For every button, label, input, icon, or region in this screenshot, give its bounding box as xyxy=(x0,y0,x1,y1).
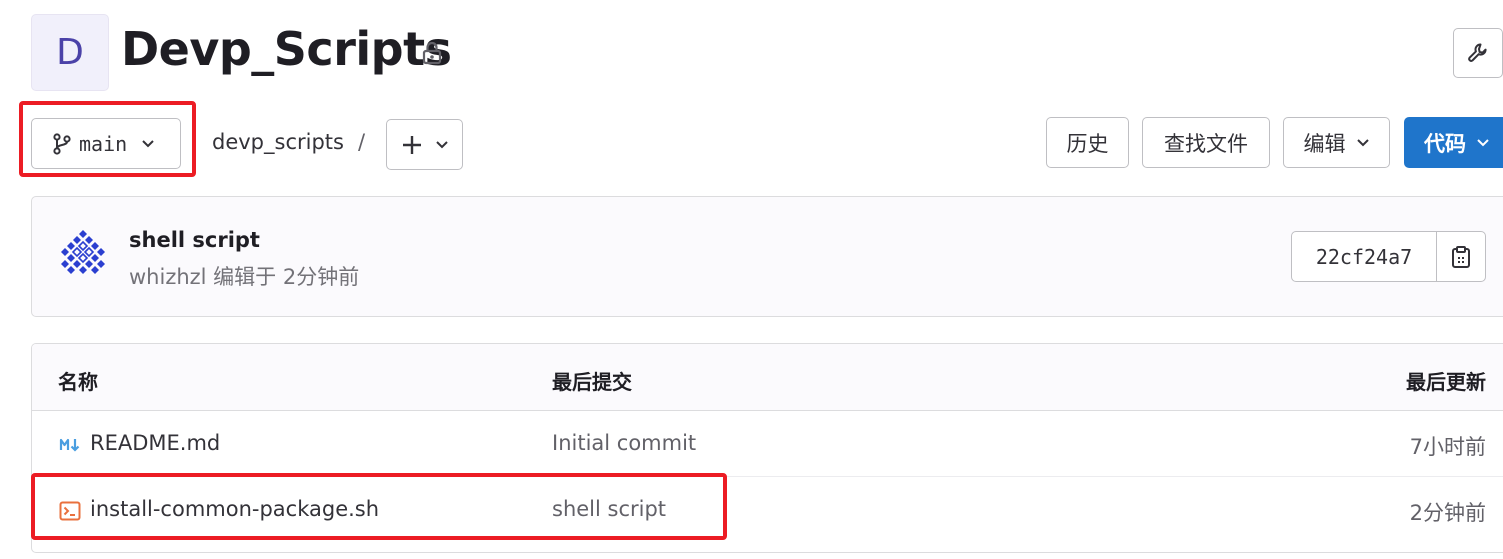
branch-icon xyxy=(53,132,71,155)
last-commit-panel xyxy=(31,196,1503,317)
breadcrumb-root[interactable]: devp_scripts xyxy=(212,130,344,154)
file-name[interactable]: README.md xyxy=(90,431,220,455)
code-dropdown-button[interactable]: 代码 xyxy=(1404,117,1503,168)
lock-icon xyxy=(422,41,442,65)
commit-title[interactable]: shell script xyxy=(129,228,260,252)
user-avatar[interactable] xyxy=(57,228,109,280)
markdown-icon xyxy=(59,438,80,452)
code-label: 代码 xyxy=(1424,131,1466,156)
chevron-down-icon xyxy=(1477,138,1489,146)
branch-name: main xyxy=(79,131,128,156)
column-header-last-update: 最后更新 xyxy=(1406,370,1486,394)
plus-icon xyxy=(402,135,421,154)
commit-sha[interactable]: 22cf24a7 xyxy=(1292,232,1437,281)
column-header-last-commit: 最后提交 xyxy=(552,370,632,394)
file-last-commit[interactable]: Initial commit xyxy=(552,431,696,455)
file-table: 名称 最后提交 最后更新 README.md Initial commit 7小… xyxy=(31,343,1503,553)
find-file-button[interactable]: 查找文件 xyxy=(1142,117,1270,168)
file-last-update: 2分钟前 xyxy=(1409,501,1486,525)
table-row[interactable]: install-common-package.sh shell script 2… xyxy=(32,477,1503,543)
clipboard-icon xyxy=(1452,245,1470,268)
breadcrumb: devp_scripts / xyxy=(212,130,365,154)
commit-sha-group: 22cf24a7 xyxy=(1291,231,1486,282)
file-name[interactable]: install-common-package.sh xyxy=(90,497,379,521)
table-row[interactable]: README.md Initial commit 7小时前 xyxy=(32,411,1503,477)
terminal-file-icon xyxy=(59,501,81,521)
file-last-commit[interactable]: shell script xyxy=(552,497,666,521)
column-header-name: 名称 xyxy=(58,370,98,394)
chevron-down-icon xyxy=(1356,138,1369,146)
file-last-update: 7小时前 xyxy=(1409,435,1486,459)
commit-meta: whizhzl 编辑于 2分钟前 xyxy=(129,265,360,289)
branch-selector[interactable]: main xyxy=(31,118,181,169)
wrench-icon xyxy=(1468,43,1487,62)
history-button[interactable]: 历史 xyxy=(1046,117,1129,168)
edit-label: 编辑 xyxy=(1303,131,1346,156)
chevron-down-icon xyxy=(142,139,154,147)
breadcrumb-separator: / xyxy=(357,130,366,154)
project-title: Devp_Scripts xyxy=(121,22,452,76)
table-header: 名称 最后提交 最后更新 xyxy=(32,344,1503,411)
settings-button[interactable] xyxy=(1453,28,1503,78)
chevron-down-icon xyxy=(435,140,448,148)
copy-sha-button[interactable] xyxy=(1437,232,1485,281)
project-avatar[interactable]: D xyxy=(31,14,109,91)
add-dropdown-button[interactable] xyxy=(386,119,463,170)
edit-dropdown-button[interactable]: 编辑 xyxy=(1283,117,1390,168)
